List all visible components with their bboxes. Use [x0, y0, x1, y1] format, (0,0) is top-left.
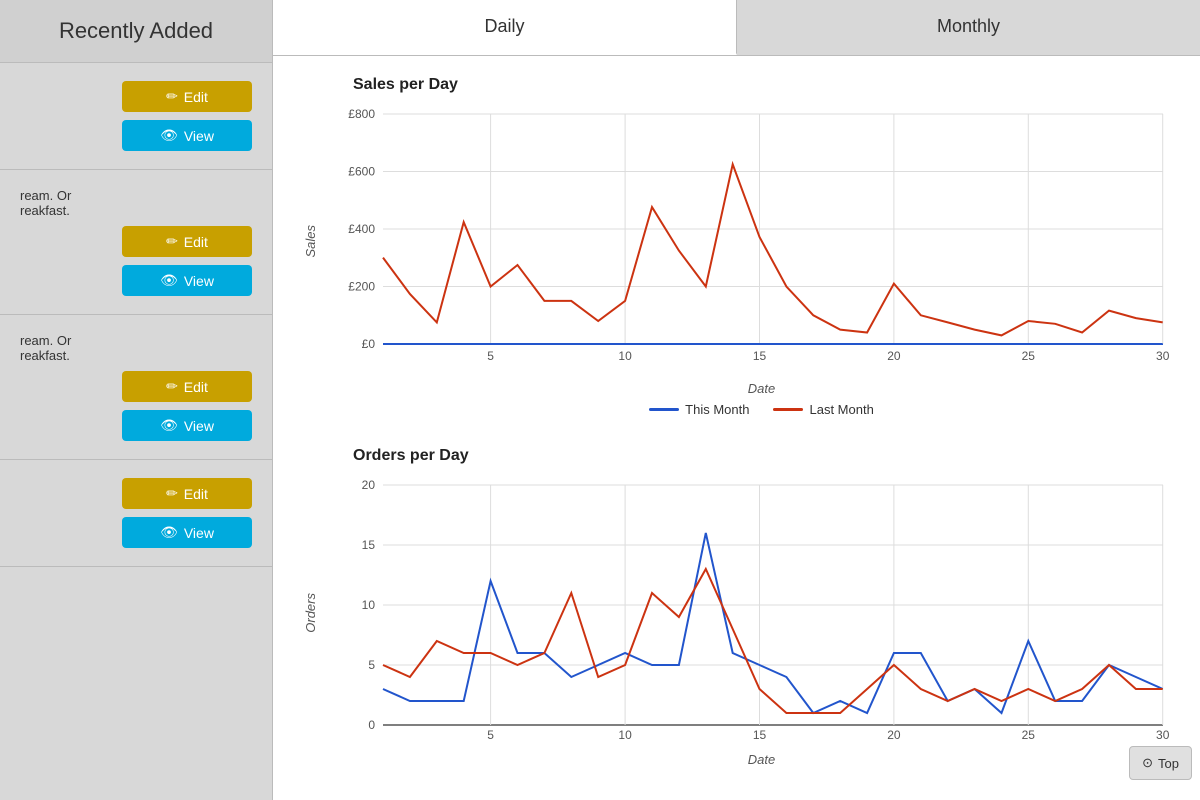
- svg-text:15: 15: [753, 349, 767, 363]
- legend-this-month: This Month: [649, 402, 749, 417]
- svg-text:£600: £600: [348, 165, 375, 179]
- orders-chart-wrapper: Orders .grid-line2 { stroke: #ddd; strok…: [303, 475, 1170, 750]
- svg-text:10: 10: [618, 349, 632, 363]
- list-item: ream. Orreakfast. ✏ Edit 👁 View: [0, 170, 272, 315]
- sales-x-axis-label: Date: [353, 381, 1170, 396]
- eye-icon: 👁: [160, 127, 178, 144]
- eye-icon: 👁: [160, 417, 178, 434]
- charts-area: Sales per Day Sales .grid-line { stroke:…: [273, 56, 1200, 800]
- pencil-icon: ✏: [166, 485, 178, 502]
- svg-text:30: 30: [1156, 728, 1170, 742]
- list-item: ✏ Edit 👁 View: [0, 63, 272, 170]
- legend-this-month-line: [649, 408, 679, 411]
- view-button-3[interactable]: 👁 View: [122, 410, 252, 441]
- svg-text:0: 0: [368, 718, 375, 732]
- tab-daily[interactable]: Daily: [273, 0, 737, 55]
- view-button-2[interactable]: 👁 View: [122, 265, 252, 296]
- svg-text:15: 15: [362, 538, 376, 552]
- orders-chart-title: Orders per Day: [353, 447, 1170, 465]
- svg-text:£400: £400: [348, 222, 375, 236]
- item-text-2: ream. Orreakfast.: [20, 188, 252, 218]
- sales-y-axis-label: Sales: [303, 225, 318, 258]
- view-button-4[interactable]: 👁 View: [122, 517, 252, 548]
- svg-text:25: 25: [1022, 349, 1036, 363]
- svg-text:5: 5: [487, 349, 494, 363]
- tab-bar: Daily Monthly: [273, 0, 1200, 56]
- sidebar-header: Recently Added: [0, 0, 272, 63]
- sales-chart-title: Sales per Day: [353, 76, 1170, 94]
- eye-icon: 👁: [160, 524, 178, 541]
- top-label: Top: [1158, 756, 1179, 771]
- edit-button-3[interactable]: ✏ Edit: [122, 371, 252, 402]
- sales-chart-legend: This Month Last Month: [353, 402, 1170, 417]
- pencil-icon: ✏: [166, 233, 178, 250]
- svg-text:30: 30: [1156, 349, 1170, 363]
- svg-text:£0: £0: [362, 337, 376, 351]
- sales-chart-container: Sales per Day Sales .grid-line { stroke:…: [303, 76, 1170, 417]
- main-content: Daily Monthly Sales per Day Sales .grid-…: [273, 0, 1200, 800]
- sales-chart-svg: .grid-line { stroke: #ddd; stroke-width:…: [323, 104, 1183, 374]
- svg-text:20: 20: [887, 349, 901, 363]
- legend-this-month-label: This Month: [685, 402, 749, 417]
- svg-text:£800: £800: [348, 107, 375, 121]
- edit-button-1[interactable]: ✏ Edit: [122, 81, 252, 112]
- svg-text:5: 5: [487, 728, 494, 742]
- svg-text:£200: £200: [348, 280, 375, 294]
- list-item: ream. Orreakfast. ✏ Edit 👁 View: [0, 315, 272, 460]
- orders-chart-svg: .grid-line2 { stroke: #ddd; stroke-width…: [323, 475, 1183, 745]
- svg-text:15: 15: [753, 728, 767, 742]
- view-button-1[interactable]: 👁 View: [122, 120, 252, 151]
- legend-last-month-label: Last Month: [809, 402, 873, 417]
- svg-text:20: 20: [362, 478, 376, 492]
- list-item: ✏ Edit 👁 View: [0, 460, 272, 567]
- orders-svg-wrap: .grid-line2 { stroke: #ddd; stroke-width…: [323, 475, 1183, 750]
- sales-chart-wrapper: Sales .grid-line { stroke: #ddd; stroke-…: [303, 104, 1170, 379]
- pencil-icon: ✏: [166, 378, 178, 395]
- edit-button-4[interactable]: ✏ Edit: [122, 478, 252, 509]
- item-text-3: ream. Orreakfast.: [20, 333, 252, 363]
- svg-text:25: 25: [1022, 728, 1036, 742]
- legend-last-month-line: [773, 408, 803, 411]
- legend-last-month: Last Month: [773, 402, 873, 417]
- svg-text:5: 5: [368, 658, 375, 672]
- sales-svg-wrap: .grid-line { stroke: #ddd; stroke-width:…: [323, 104, 1183, 379]
- edit-button-2[interactable]: ✏ Edit: [122, 226, 252, 257]
- svg-text:20: 20: [887, 728, 901, 742]
- svg-text:10: 10: [362, 598, 376, 612]
- tab-monthly[interactable]: Monthly: [737, 0, 1200, 55]
- eye-icon: 👁: [160, 272, 178, 289]
- orders-chart-container: Orders per Day Orders .grid-line2 { stro…: [303, 447, 1170, 767]
- orders-y-axis-label: Orders: [303, 593, 318, 633]
- pencil-icon: ✏: [166, 88, 178, 105]
- orders-x-axis-label: Date: [353, 752, 1170, 767]
- target-icon: ⊙: [1142, 755, 1153, 771]
- top-button[interactable]: ⊙ Top: [1129, 746, 1192, 780]
- sidebar: Recently Added ✏ Edit 👁 View ream. Orrea…: [0, 0, 273, 800]
- svg-text:10: 10: [618, 728, 632, 742]
